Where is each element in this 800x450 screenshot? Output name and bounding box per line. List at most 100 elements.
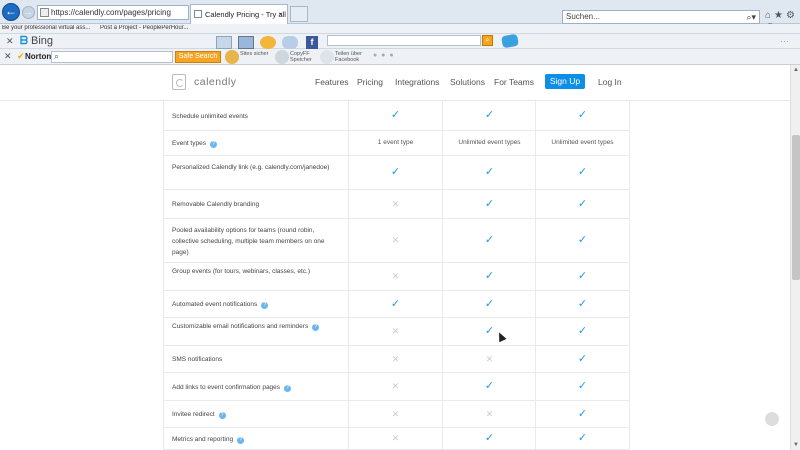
cloud-icon[interactable] <box>282 36 298 49</box>
help-icon[interactable]: ? <box>218 412 226 419</box>
table-row: Invitee redirect? ✕ ✕ ✓ <box>163 401 630 428</box>
more-icon[interactable]: ··· <box>780 36 789 46</box>
calendly-logo-icon[interactable] <box>172 74 186 90</box>
favorite-item[interactable]: Be your professional virtual ass... <box>2 25 98 31</box>
norton-logo: Norton <box>25 52 52 61</box>
safe-search-button[interactable]: Safe Search <box>175 51 221 63</box>
help-icon[interactable]: ? <box>261 302 269 309</box>
feature-label: Automated event notifications? <box>172 299 337 310</box>
search-icon[interactable]: ⌕ <box>482 35 493 46</box>
table-row: SMS notifications ✕ ✕ ✓ <box>163 346 630 373</box>
news-icon[interactable] <box>216 36 232 49</box>
address-bar-url: https://calendly.com/pages/pricing <box>51 8 171 17</box>
feature-label: Personalized Calendly link (e.g. calendl… <box>172 162 337 173</box>
close-icon[interactable]: ✕ <box>6 36 14 47</box>
check-icon: ✓ <box>577 297 588 310</box>
check-icon: ✓ <box>577 109 588 121</box>
back-arrow-icon[interactable]: ← <box>2 3 20 21</box>
page-favicon-icon <box>40 8 49 17</box>
site-header: calendly Features Pricing Integrations S… <box>0 65 790 101</box>
browser-tab-calendly[interactable]: Calendly Pricing - Try all fe... × <box>190 4 288 25</box>
nav-integrations[interactable]: Integrations <box>395 77 439 87</box>
check-icon: ✓ <box>577 325 588 337</box>
feature-label-text: SMS notifications <box>172 356 223 363</box>
sign-up-button[interactable]: Sign Up <box>545 74 585 89</box>
nav-pricing[interactable]: Pricing <box>357 77 383 87</box>
help-icon[interactable]: ? <box>284 384 292 392</box>
cross-icon: ✕ <box>391 408 400 419</box>
nav-for-teams[interactable]: For Teams <box>494 77 534 87</box>
browser-search-input[interactable]: Suchen... ⌕▾ <box>562 10 760 24</box>
scroll-up-icon[interactable]: ▲ <box>793 67 799 73</box>
norton-toolbar: ✕ ✔ Norton ⌕ Safe Search Sites sicher Co… <box>0 49 800 65</box>
feature-label-text: Schedule unlimited events <box>172 112 248 120</box>
close-icon[interactable]: ✕ <box>4 51 12 62</box>
feature-label: Customizable email notifications and rem… <box>172 321 337 332</box>
feature-label: Event types? <box>172 138 337 149</box>
norton-check-icon: ✔ <box>17 51 25 61</box>
cross-icon: ✕ <box>391 235 400 245</box>
email-icon[interactable] <box>238 36 254 49</box>
norton-search-input[interactable]: ⌕ <box>51 51 173 63</box>
forward-arrow-icon[interactable]: → <box>22 6 35 19</box>
cross-icon: ✕ <box>391 353 400 364</box>
log-in-link[interactable]: Log In <box>598 77 622 87</box>
cross-icon: ✕ <box>485 408 494 419</box>
calendly-logo-text[interactable]: calendly <box>194 76 237 88</box>
bing-badge-icon[interactable] <box>501 33 519 49</box>
weather-icon[interactable] <box>260 36 276 49</box>
browser-toolbar: ← → https://calendly.com/pages/pricing ⌕… <box>0 0 800 32</box>
help-icon[interactable]: ? <box>312 324 320 331</box>
browser-search-placeholder: Suchen... <box>566 12 600 21</box>
plan-value: 1 event type <box>377 138 414 146</box>
table-row: Schedule unlimited events ✓ ✓ ✓ <box>163 101 630 131</box>
check-icon: ✓ <box>577 380 588 392</box>
nav-solutions[interactable]: Solutions <box>450 77 485 87</box>
close-tab-icon[interactable]: × <box>278 5 283 24</box>
table-row: Customizable email notifications and rem… <box>163 318 630 346</box>
address-bar[interactable]: https://calendly.com/pages/pricing <box>37 5 189 20</box>
feature-label-text: Automated event notifications <box>172 301 258 308</box>
tab-favicon-icon <box>194 10 202 18</box>
norton-item-label: Sites sicher <box>240 51 269 57</box>
bing-search-input[interactable] <box>327 35 481 46</box>
check-icon: ✓ <box>484 234 495 246</box>
feature-label: Metrics and reporting? <box>172 434 337 445</box>
bing-logo: ᗷ Bing <box>20 35 54 47</box>
table-row: Metrics and reporting? ✕ ✓ ✓ <box>163 428 630 450</box>
facebook-icon[interactable]: f <box>306 36 318 49</box>
check-icon: ✓ <box>390 297 401 310</box>
feature-label-text: Group events (for tours, webinars, class… <box>172 268 310 275</box>
search-icon[interactable]: ⌕▾ <box>746 11 756 23</box>
feature-label-text: Add links to event confirmation pages <box>172 383 281 391</box>
cross-icon: ✕ <box>485 353 494 364</box>
favorite-item[interactable]: Post a Project - PeoplePerHour... <box>100 25 190 31</box>
feature-label-text: Event types <box>172 140 206 147</box>
check-icon: ✓ <box>577 407 588 420</box>
cross-icon: ✕ <box>391 271 400 281</box>
feature-label: Invitee redirect? <box>172 409 337 420</box>
check-icon: ✓ <box>390 166 401 178</box>
check-icon: ✓ <box>390 109 401 121</box>
cross-icon: ✕ <box>391 198 400 209</box>
help-icon[interactable]: ? <box>209 141 217 148</box>
new-tab-button[interactable] <box>290 6 308 22</box>
safe-sites-icon[interactable] <box>225 50 239 64</box>
copy-icon[interactable] <box>275 50 289 64</box>
feature-label-text: Pooled availability options for teams (r… <box>172 226 325 256</box>
share-icon[interactable] <box>320 50 334 64</box>
feature-label-text: Customizable email notifications and rem… <box>172 323 309 330</box>
scroll-down-icon[interactable]: ▼ <box>793 442 799 448</box>
table-row: Personalized Calendly link (e.g. calendl… <box>163 156 630 190</box>
check-icon: ✓ <box>577 166 588 178</box>
nav-features[interactable]: Features <box>315 77 349 87</box>
scrollbar-thumb[interactable] <box>792 135 800 280</box>
page-scrollbar[interactable]: ▲ ▼ <box>790 65 800 450</box>
check-icon: ✓ <box>577 197 588 210</box>
feature-comparison-table: Schedule unlimited events ✓ ✓ ✓ Event types?… <box>163 101 630 450</box>
help-icon[interactable]: ? <box>237 436 245 444</box>
feature-label: Schedule unlimited events <box>172 111 337 122</box>
feature-label-text: Removable Calendly branding <box>172 201 260 208</box>
more-icon[interactable]: ● ● ● <box>373 52 395 59</box>
search-icon: ⌕ <box>54 51 60 61</box>
